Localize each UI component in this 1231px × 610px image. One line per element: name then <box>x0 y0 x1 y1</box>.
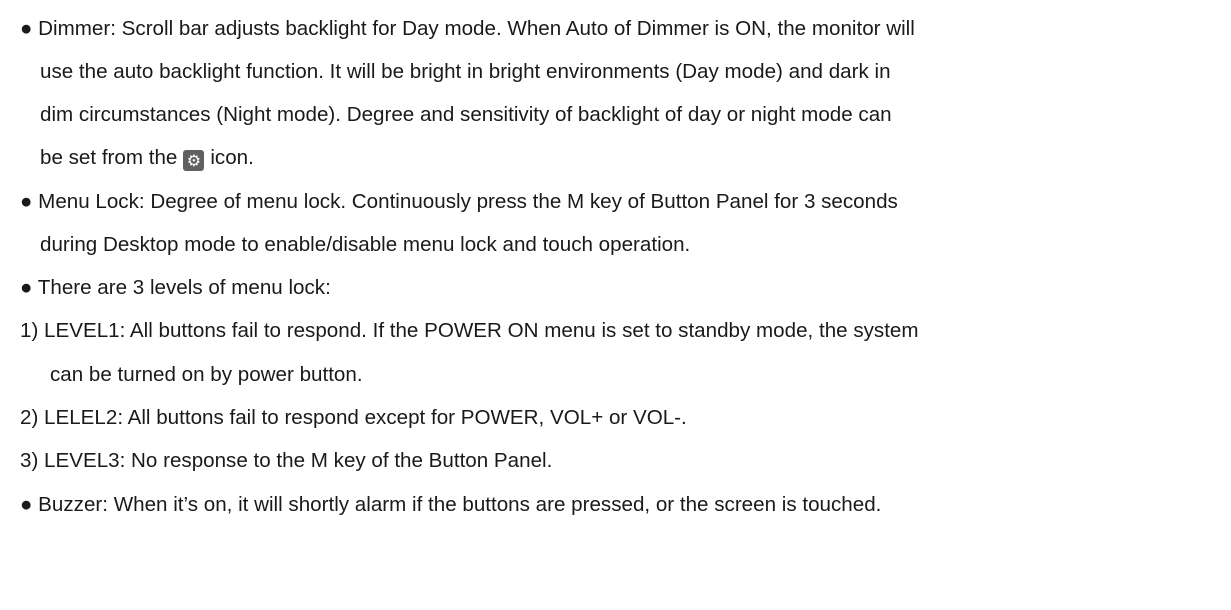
level3-line: 3) LEVEL3: No response to the M key of t… <box>20 449 553 472</box>
dimmer-line-3: dim circumstances (Night mode). Degree a… <box>40 103 892 126</box>
gear-icon: ⚙ <box>183 150 205 171</box>
menu-lock-line-1: ● Menu Lock: Degree of menu lock. Contin… <box>20 190 898 213</box>
levels-intro: ● There are 3 levels of menu lock: <box>20 276 331 299</box>
level1-line-1: 1) LEVEL1: All buttons fail to respond. … <box>20 319 919 342</box>
level1-line-2: can be turned on by power button. <box>50 363 363 386</box>
menu-lock-line-2: during Desktop mode to enable/disable me… <box>40 233 691 256</box>
buzzer-line: ● Buzzer: When it’s on, it will shortly … <box>20 493 882 516</box>
manual-page: ● Dimmer: Scroll bar adjusts backlight f… <box>0 0 1231 610</box>
dimmer-line-4-end: icon. <box>210 146 254 169</box>
dimmer-line-2: use the auto backlight function. It will… <box>40 60 891 83</box>
dimmer-line-1: ● Dimmer: Scroll bar adjusts backlight f… <box>20 17 915 40</box>
dimmer-line-4-start: be set from the <box>40 146 178 169</box>
dimmer-line-4: be set from the ⚙ icon. <box>40 144 254 171</box>
level2-line: 2) LELEL2: All buttons fail to respond e… <box>20 406 687 429</box>
